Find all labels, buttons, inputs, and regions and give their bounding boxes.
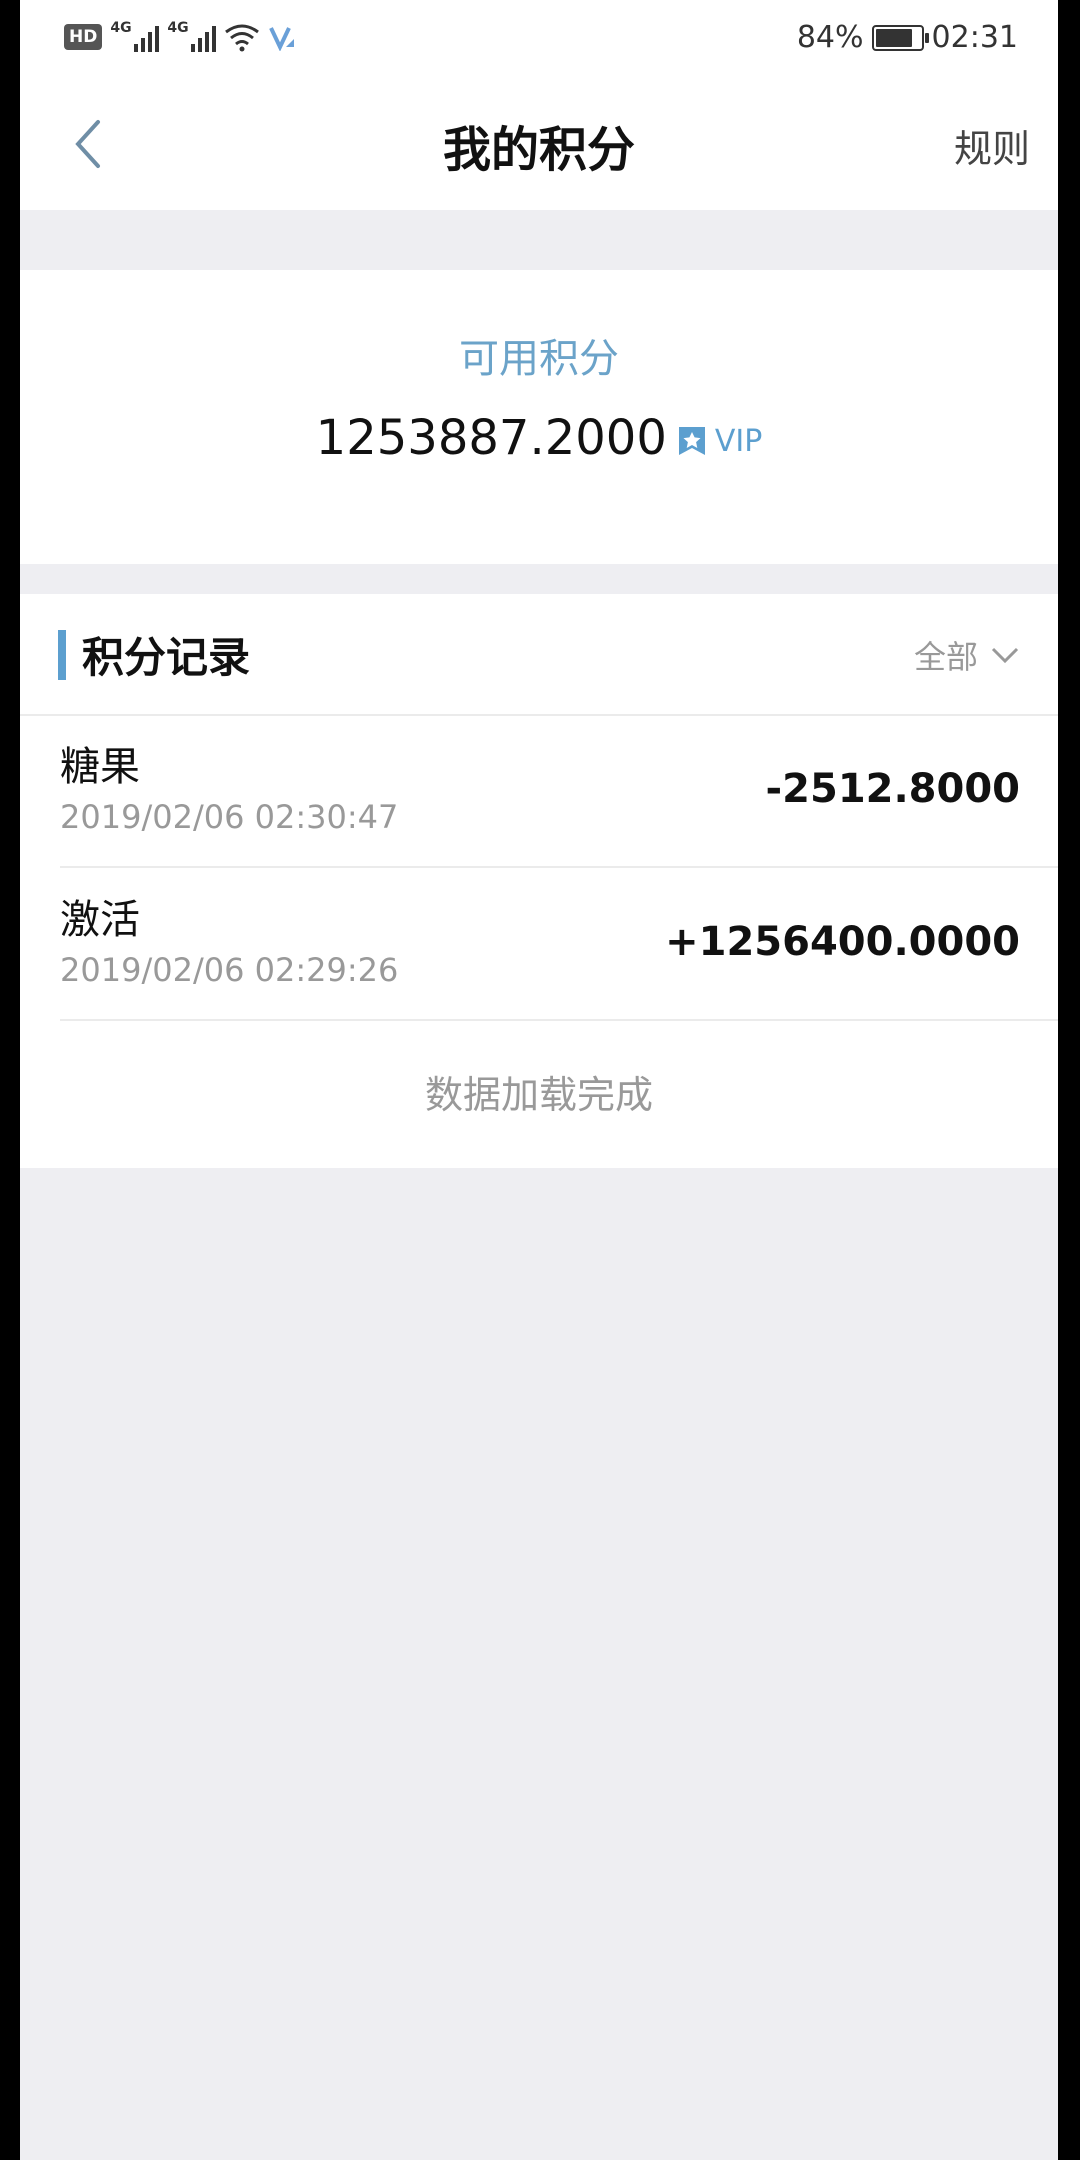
points-value-row: 1253887.2000 VIP xyxy=(20,410,1058,466)
record-row[interactable]: 糖果 2019/02/06 02:30:47 -2512.8000 xyxy=(20,716,1058,868)
record-name: 激活 xyxy=(60,897,140,943)
points-records: 积分记录 全部 糖果 2019/02/06 02:30:47 -2512.800… xyxy=(20,594,1058,1168)
vpn-icon xyxy=(269,27,295,51)
row-divider xyxy=(60,866,1058,868)
clock: 02:31 xyxy=(931,20,1018,55)
record-amount: -2512.8000 xyxy=(765,766,1020,812)
wifi-icon xyxy=(225,24,260,52)
battery-percent: 84% xyxy=(796,20,864,55)
hd-badge: HD xyxy=(64,24,103,50)
record-time: 2019/02/06 02:30:47 xyxy=(60,798,399,836)
row-divider xyxy=(60,1019,1058,1021)
available-points-label: 可用积分 xyxy=(459,336,619,382)
available-points-value: 1253887.2000 xyxy=(315,410,667,466)
records-title: 积分记录 xyxy=(82,633,251,682)
status-right: 84% 02:31 xyxy=(797,20,1018,55)
vip-badge[interactable]: VIP xyxy=(677,424,762,459)
signal-icon-2: 4G xyxy=(167,20,217,52)
record-row[interactable]: 激活 2019/02/06 02:29:26 +1256400.0000 xyxy=(20,869,1058,1021)
records-filter-dropdown[interactable]: 全部 xyxy=(914,632,1020,678)
filter-label: 全部 xyxy=(913,638,978,676)
chevron-down-icon xyxy=(991,647,1019,664)
battery-icon xyxy=(871,24,929,51)
network-type-label: 4G xyxy=(110,20,132,36)
status-left: HD 4G 4G xyxy=(64,20,296,52)
page-title: 我的积分 xyxy=(442,122,635,178)
network-type-label-2: 4G xyxy=(167,20,189,36)
section-accent-bar xyxy=(58,630,66,680)
signal-icon: 4G xyxy=(110,20,160,52)
rules-link[interactable]: 规则 xyxy=(954,118,1030,173)
load-complete-text: 数据加载完成 xyxy=(424,1073,653,1117)
app-screen: HD 4G 4G 84% 02:31 我的积分 规则 可用积分 1253887.… xyxy=(20,0,1058,2160)
records-header: 积分记录 全部 xyxy=(20,594,1058,716)
vip-label: VIP xyxy=(714,423,763,459)
nav-bar: 我的积分 规则 xyxy=(20,84,1058,210)
record-amount: +1256400.0000 xyxy=(665,919,1020,965)
vip-star-icon xyxy=(678,427,705,455)
record-name: 糖果 xyxy=(60,744,140,790)
status-bar: HD 4G 4G 84% 02:31 xyxy=(20,0,1058,84)
record-time: 2019/02/06 02:29:26 xyxy=(60,951,399,989)
battery-fill xyxy=(875,28,913,47)
points-card: 可用积分 1253887.2000 VIP xyxy=(20,270,1058,564)
